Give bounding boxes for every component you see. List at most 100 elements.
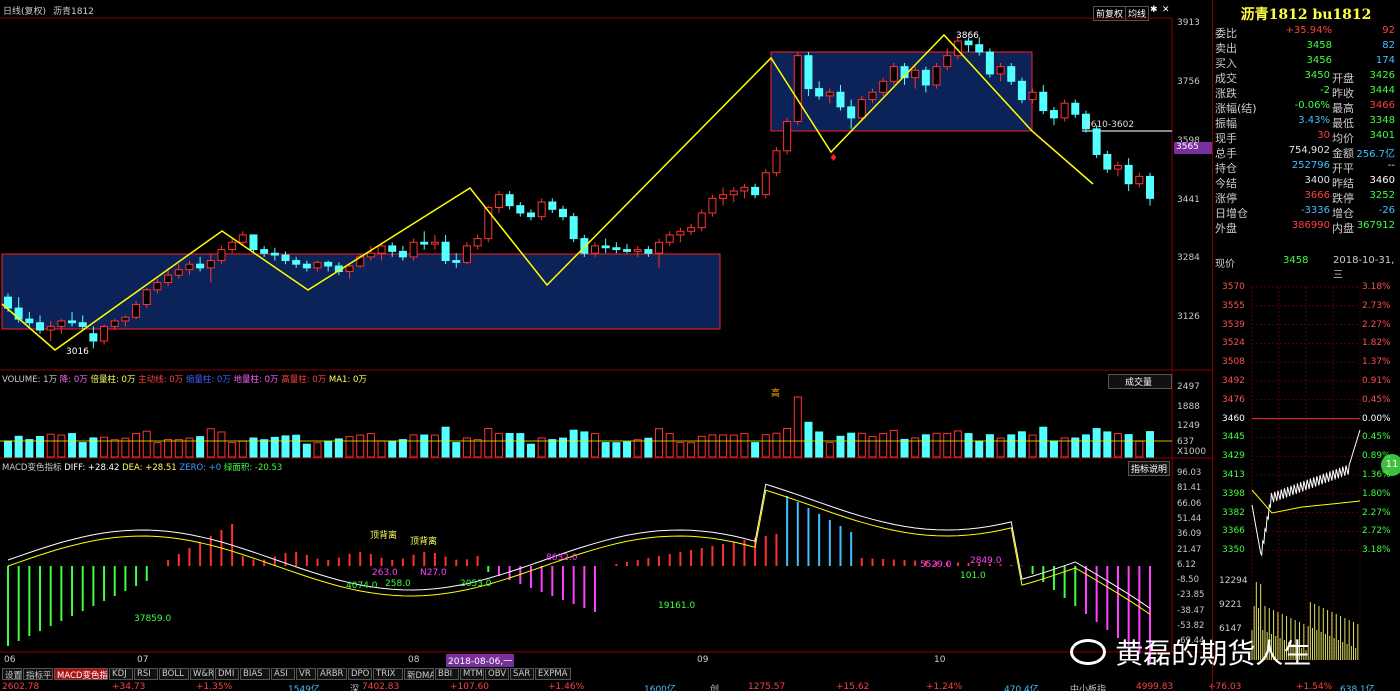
tab-bias[interactable]: BIAS [240,668,270,680]
quote-key: 卖出 [1215,42,1237,55]
quote-key: 外盘 [1215,222,1237,235]
now-label: 现价 [1215,259,1235,270]
tab-sar[interactable]: SAR [510,668,534,680]
tab-trix[interactable]: TRIX [373,668,403,680]
intraday-right-tick: 2.72% [1362,526,1391,537]
candle-body [591,245,600,254]
quote-key2: 开平 [1332,162,1354,175]
volume-bar [228,442,237,458]
volume-button[interactable]: 成交量 [1108,374,1172,389]
quote-key: 成交 [1215,72,1237,85]
diliang-label: 地量柱: 0万 [233,375,279,385]
low-arrow-icon: ♦ [829,153,838,164]
high-note: 3866 [956,31,979,41]
tab-boll[interactable]: BOLL [159,668,189,680]
volume-bar [206,428,215,458]
candle-body [452,260,461,263]
volume-bar [740,433,749,458]
tab-obv[interactable]: OBV [485,668,509,680]
candle-body [569,216,578,240]
candle-body [975,44,984,53]
candle [1135,172,1144,188]
candle [430,234,439,250]
tab--[interactable]: 指标平台 [23,668,53,680]
tab-w-r[interactable]: W&R [190,668,214,680]
macd-tick: 6.12 [1177,559,1196,570]
candle [409,238,418,261]
quote-key: 振幅 [1215,117,1237,130]
now-price-row: 现价 3458 2018-10-31,三 [1215,255,1395,281]
watermark-text: 黄磊的期货人生 [1115,637,1312,670]
macd-tick: -38.47 [1177,605,1205,616]
candle [740,183,749,199]
tab-asi[interactable]: ASI [271,668,295,680]
volume-bar [676,442,685,458]
intraday-right-tick: 2.27% [1362,319,1391,330]
volume-bar [217,431,226,458]
tab-macd-[interactable]: MACD变色指标 [54,668,108,680]
volume-bar [943,432,952,458]
candle-body [676,230,685,236]
intraday-left-tick: 3492 [1222,376,1245,386]
candle-body [847,106,856,119]
quote-key2: 金额 [1332,147,1354,160]
volume-bar [932,432,941,458]
candle-body [260,249,269,254]
month-09: 09 [697,655,709,665]
quote-val: 3458 [1306,40,1332,51]
volume-bar [633,439,642,458]
candle-body [1049,110,1058,119]
quote-key: 涨跌 [1215,87,1237,100]
candle [505,191,514,210]
quote-val2: 367912 [1356,220,1395,231]
macd-tick: 81.41 [1177,483,1202,494]
candle-body [25,318,34,324]
quote-key: 涨幅(结) [1215,102,1257,115]
candle [1071,99,1080,118]
intraday-right-tick: 2.73% [1362,300,1391,311]
volume-bar [366,433,375,458]
candle [1060,99,1069,122]
quote-key2: 内盘 [1332,222,1354,235]
quote-val2: 256.7亿 [1356,149,1395,160]
candle-body [78,322,87,327]
intraday-right-tick: 1.80% [1362,488,1391,499]
intraday-left-tick: 3570 [1222,282,1245,292]
tab-bbi[interactable]: BBI [435,668,459,680]
volume-header: VOLUME: 1万 降: 0万 倍量柱: 0万 主动线: 0万 缩量柱: 0万… [2,373,367,385]
candle [1049,106,1058,126]
quote-val2: 174 [1375,55,1395,66]
tab-dpo[interactable]: DPO [348,668,372,680]
intraday-left-tick: 3398 [1222,488,1245,499]
quote-val2: 3426 [1369,70,1395,81]
status-item: 7402.83 [362,682,400,691]
tab-rsi[interactable]: RSI [134,668,158,680]
tab--[interactable]: 设置 [2,668,22,680]
candle-body [473,238,482,247]
candle-body [879,80,888,93]
tab-mtm[interactable]: MTM [460,668,484,680]
tab--dma[interactable]: 新DMA [404,668,434,680]
volume-bar [1039,426,1048,458]
candle-body [687,227,696,232]
candle [441,234,450,265]
candle-body [366,252,375,258]
volume-bar [953,430,962,458]
candle [793,52,802,126]
tab-vr[interactable]: VR [296,668,316,680]
jiang-label: 降: 0万 [59,375,88,385]
candle [228,238,237,254]
volume-bar [324,440,333,458]
tab-kdj[interactable]: KDJ [109,668,133,680]
candle-body [142,289,151,305]
candle [1007,62,1016,85]
quote-val: +35.94% [1285,25,1332,36]
tab-dmi[interactable]: DMI [215,668,239,680]
tab-arbr[interactable]: ARBR [317,668,347,680]
tab-expma[interactable]: EXPMA [535,668,571,680]
indicator-help-button[interactable]: 指标说明 [1128,461,1171,476]
candle-body [377,245,386,254]
volume-bar [612,442,621,458]
divergence-note-2: 顶背离 [410,537,438,547]
candle [558,205,567,221]
